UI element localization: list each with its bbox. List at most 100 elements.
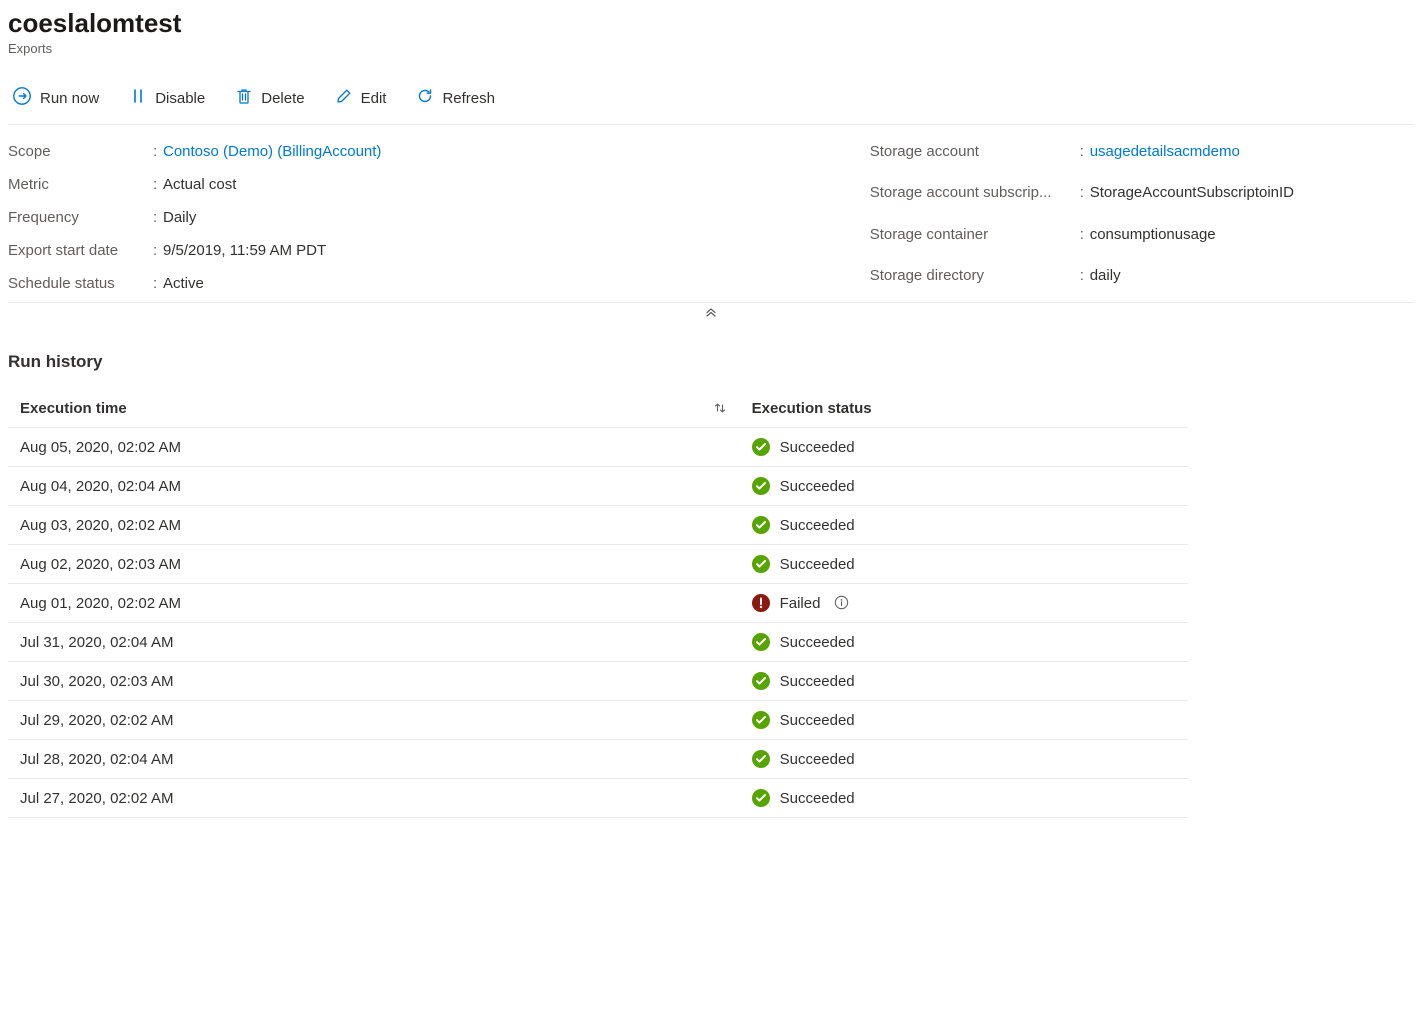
details-panel: Scope:Contoso (Demo) (BillingAccount)Met…: [8, 125, 1414, 303]
detail-label: Storage account subscrip...: [870, 184, 1080, 201]
detail-label: Frequency: [8, 209, 153, 226]
status-text: Succeeded: [780, 751, 855, 768]
execution-status-cell: Succeeded: [740, 506, 1188, 545]
status-text: Succeeded: [780, 712, 855, 729]
execution-status-cell: Succeeded: [740, 662, 1188, 701]
delete-label: Delete: [261, 90, 304, 107]
table-row[interactable]: Jul 29, 2020, 02:02 AM Succeeded: [8, 701, 1188, 740]
page-title: coeslalomtest: [8, 8, 1414, 39]
detail-label: Storage directory: [870, 267, 1080, 284]
edit-label: Edit: [361, 90, 387, 107]
detail-label: Scope: [8, 143, 153, 160]
status-text: Succeeded: [780, 478, 855, 495]
execution-status-cell: Succeeded: [740, 701, 1188, 740]
detail-value[interactable]: Contoso (Demo) (BillingAccount): [163, 143, 381, 160]
trash-icon: [235, 87, 253, 109]
details-right: Storage account:usagedetailsacmdemoStora…: [870, 143, 1294, 292]
run-now-button[interactable]: Run now: [8, 84, 103, 112]
execution-time-cell: Aug 04, 2020, 02:04 AM: [8, 467, 740, 506]
disable-button[interactable]: Disable: [125, 85, 209, 111]
status-text: Succeeded: [780, 439, 855, 456]
status-text: Succeeded: [780, 634, 855, 651]
detail-colon: :: [1080, 143, 1090, 160]
success-icon: [752, 477, 770, 495]
col-execution-time[interactable]: Execution time: [8, 390, 740, 428]
detail-label: Schedule status: [8, 275, 153, 292]
execution-time-cell: Jul 29, 2020, 02:02 AM: [8, 701, 740, 740]
status-text: Failed: [780, 595, 821, 612]
table-row[interactable]: Jul 28, 2020, 02:04 AM Succeeded: [8, 740, 1188, 779]
refresh-button[interactable]: Refresh: [412, 85, 499, 111]
toolbar: Run now Disable Delete Edit Refresh: [8, 84, 1414, 125]
detail-value: Daily: [163, 209, 381, 226]
execution-status-cell: Failed: [740, 584, 1188, 623]
success-icon: [752, 516, 770, 534]
status-text: Succeeded: [780, 790, 855, 807]
run-now-icon: [12, 86, 32, 110]
refresh-label: Refresh: [442, 90, 495, 107]
table-row[interactable]: Aug 02, 2020, 02:03 AM Succeeded: [8, 545, 1188, 584]
table-row[interactable]: Aug 05, 2020, 02:02 AMSucceeded: [8, 428, 1188, 467]
chevron-double-up-icon: [704, 306, 718, 322]
execution-time-cell: Jul 28, 2020, 02:04 AM: [8, 740, 740, 779]
disable-label: Disable: [155, 90, 205, 107]
success-icon: [752, 633, 770, 651]
detail-label: Export start date: [8, 242, 153, 259]
table-row[interactable]: Aug 03, 2020, 02:02 AM Succeeded: [8, 506, 1188, 545]
delete-button[interactable]: Delete: [231, 85, 308, 111]
success-icon: [752, 789, 770, 807]
col-execution-time-label: Execution time: [20, 400, 127, 417]
execution-time-cell: Jul 27, 2020, 02:02 AM: [8, 779, 740, 818]
success-icon: [752, 750, 770, 768]
execution-time-cell: Aug 02, 2020, 02:03 AM: [8, 545, 740, 584]
col-execution-status-label: Execution status: [752, 400, 872, 417]
success-icon: [752, 438, 770, 456]
detail-colon: :: [1080, 267, 1090, 284]
run-history-table: Execution time Execution status Aug 05, …: [8, 390, 1188, 818]
execution-status-cell: Succeeded: [740, 740, 1188, 779]
success-icon: [752, 711, 770, 729]
execution-time-cell: Aug 03, 2020, 02:02 AM: [8, 506, 740, 545]
table-row[interactable]: Aug 04, 2020, 02:04 AM Succeeded: [8, 467, 1188, 506]
detail-value: daily: [1090, 267, 1294, 284]
table-row[interactable]: Jul 30, 2020, 02:03 AM Succeeded: [8, 662, 1188, 701]
detail-colon: :: [153, 176, 163, 193]
detail-label: Storage container: [870, 226, 1080, 243]
pause-icon: [129, 87, 147, 109]
detail-value: consumptionusage: [1090, 226, 1294, 243]
execution-time-cell: Jul 30, 2020, 02:03 AM: [8, 662, 740, 701]
page-subtitle: Exports: [8, 41, 1414, 56]
sort-icon[interactable]: [712, 400, 728, 416]
info-icon[interactable]: [834, 595, 850, 611]
edit-button[interactable]: Edit: [331, 85, 391, 111]
status-text: Succeeded: [780, 517, 855, 534]
detail-value[interactable]: usagedetailsacmdemo: [1090, 143, 1294, 160]
run-history-title: Run history: [8, 352, 1414, 372]
success-icon: [752, 672, 770, 690]
col-execution-status[interactable]: Execution status: [740, 390, 1188, 428]
detail-value: Actual cost: [163, 176, 381, 193]
detail-colon: :: [153, 242, 163, 259]
status-text: Succeeded: [780, 556, 855, 573]
detail-label: Metric: [8, 176, 153, 193]
table-row[interactable]: Jul 27, 2020, 02:02 AM Succeeded: [8, 779, 1188, 818]
detail-value: 9/5/2019, 11:59 AM PDT: [163, 242, 381, 259]
detail-colon: :: [1080, 184, 1090, 201]
success-icon: [752, 555, 770, 573]
execution-time-cell: Jul 31, 2020, 02:04 AM: [8, 623, 740, 662]
pencil-icon: [335, 87, 353, 109]
detail-label: Storage account: [870, 143, 1080, 160]
table-row[interactable]: Jul 31, 2020, 02:04 AM Succeeded: [8, 623, 1188, 662]
detail-colon: :: [1080, 226, 1090, 243]
detail-colon: :: [153, 275, 163, 292]
execution-status-cell: Succeeded: [740, 779, 1188, 818]
run-now-label: Run now: [40, 90, 99, 107]
execution-status-cell: Succeeded: [740, 545, 1188, 584]
detail-value: Active: [163, 275, 381, 292]
execution-status-cell: Succeeded: [740, 467, 1188, 506]
table-row[interactable]: Aug 01, 2020, 02:02 AMFailed: [8, 584, 1188, 623]
collapse-details-button[interactable]: [8, 303, 1414, 328]
details-left: Scope:Contoso (Demo) (BillingAccount)Met…: [8, 143, 381, 292]
status-text: Succeeded: [780, 673, 855, 690]
execution-status-cell: Succeeded: [740, 623, 1188, 662]
